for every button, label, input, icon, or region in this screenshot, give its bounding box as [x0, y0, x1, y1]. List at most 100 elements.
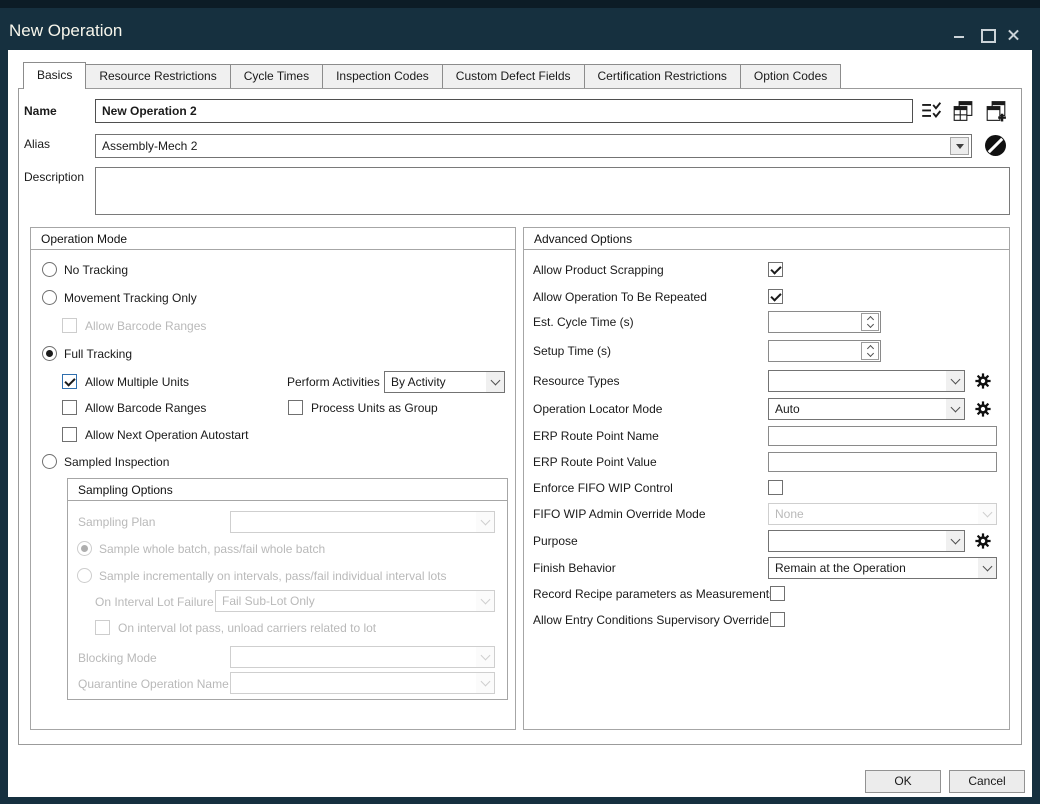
resource-types-combobox[interactable]	[768, 370, 965, 392]
radio-sample-whole-batch	[77, 541, 92, 556]
radio-full-tracking[interactable]	[42, 346, 57, 361]
chevron-down-icon	[950, 402, 960, 412]
movement-allow-barcode-label: Allow Barcode Ranges	[85, 319, 206, 333]
radio-sample-incrementally	[77, 568, 92, 583]
radio-movement-tracking[interactable]	[42, 290, 57, 305]
erp-route-point-value-label: ERP Route Point Value	[533, 455, 657, 469]
tab-inspection-codes[interactable]: Inspection Codes	[322, 64, 443, 88]
close-icon[interactable]	[1007, 28, 1020, 41]
sampled-inspection-label: Sampled Inspection	[64, 455, 169, 469]
perform-activities-combobox[interactable]: By Activity	[384, 371, 505, 393]
spinner-updown-button[interactable]	[861, 342, 879, 360]
radio-no-tracking[interactable]	[42, 262, 57, 277]
chevron-down-icon	[480, 594, 490, 604]
window-title: New Operation	[9, 21, 122, 41]
blocking-mode-dropdown-button	[476, 647, 494, 667]
checkbox-allow-barcode-ranges[interactable]	[62, 400, 77, 415]
setup-time-spinner[interactable]	[768, 340, 881, 362]
erp-route-point-value-input[interactable]	[768, 452, 997, 472]
operation-locator-gear-icon[interactable]	[975, 401, 991, 417]
quarantine-operation-name-label: Quarantine Operation Name	[78, 677, 229, 691]
name-label: Name	[24, 104, 57, 118]
sample-incrementally-label: Sample incrementally on intervals, pass/…	[99, 569, 447, 583]
checkbox-allow-next-autostart[interactable]	[62, 427, 77, 442]
alias-combobox[interactable]: Assembly-Mech 2	[95, 134, 972, 158]
no-alias-icon[interactable]	[985, 135, 1006, 156]
operation-locator-mode-combobox[interactable]: Auto	[768, 398, 965, 420]
sample-whole-batch-label: Sample whole batch, pass/fail whole batc…	[99, 542, 325, 556]
allow-next-autostart-label: Allow Next Operation Autostart	[85, 428, 248, 442]
process-units-as-group-label: Process Units as Group	[311, 401, 438, 415]
chevron-down-icon	[480, 676, 490, 686]
edit-list-icon[interactable]	[920, 100, 942, 122]
alias-label: Alias	[24, 137, 50, 151]
allow-barcode-ranges-label: Allow Barcode Ranges	[85, 401, 206, 415]
fifo-admin-override-value: None	[769, 507, 978, 521]
perform-activities-dropdown-button[interactable]	[486, 372, 504, 392]
tab-basics[interactable]: Basics	[23, 62, 86, 89]
copy-add-icon[interactable]	[985, 100, 1007, 122]
checkbox-movement-allow-barcode	[62, 318, 77, 333]
name-input[interactable]	[95, 99, 913, 123]
erp-route-point-name-label: ERP Route Point Name	[533, 429, 659, 443]
est-cycle-time-spinner[interactable]	[768, 311, 881, 333]
maximize-icon[interactable]	[980, 28, 993, 41]
movement-tracking-label: Movement Tracking Only	[64, 291, 197, 305]
enforce-fifo-label: Enforce FIFO WIP Control	[533, 481, 673, 495]
checkbox-allow-multiple-units[interactable]	[62, 374, 77, 389]
on-interval-lot-failure-value: Fail Sub-Lot Only	[216, 594, 476, 608]
tab-resource-restrictions[interactable]: Resource Restrictions	[85, 64, 230, 88]
tab-cycle-times[interactable]: Cycle Times	[230, 64, 323, 88]
chevron-down-icon	[866, 321, 873, 328]
finish-behavior-dropdown-button[interactable]	[978, 558, 996, 578]
advanced-options-title: Advanced Options	[534, 232, 632, 246]
checkbox-allow-product-scrapping[interactable]	[768, 262, 783, 277]
chevron-down-icon	[480, 515, 490, 525]
description-label: Description	[24, 170, 84, 184]
operation-mode-title: Operation Mode	[41, 232, 127, 246]
on-interval-lot-failure-combobox: Fail Sub-Lot Only	[215, 590, 495, 612]
groupbox-separator	[68, 500, 507, 501]
spinner-updown-button[interactable]	[861, 313, 879, 331]
finish-behavior-combobox[interactable]: Remain at the Operation	[768, 557, 997, 579]
chevron-down-icon	[866, 350, 873, 357]
on-interval-lot-failure-label: On Interval Lot Failure	[95, 595, 214, 609]
alias-dropdown-button[interactable]	[950, 137, 969, 155]
purpose-label: Purpose	[533, 534, 578, 548]
checkbox-allow-entry-override[interactable]	[770, 612, 785, 627]
finish-behavior-label: Finish Behavior	[533, 561, 616, 575]
tab-custom-defect-fields[interactable]: Custom Defect Fields	[442, 64, 585, 88]
chevron-down-icon	[950, 534, 960, 544]
checkbox-allow-operation-repeated[interactable]	[768, 289, 783, 304]
resource-types-dropdown-button[interactable]	[946, 371, 964, 391]
window-controls	[953, 28, 1020, 41]
sampling-options-title: Sampling Options	[78, 483, 173, 497]
on-interval-lot-failure-dropdown-button	[476, 591, 494, 611]
checkbox-process-units-as-group[interactable]	[288, 400, 303, 415]
purpose-dropdown-button[interactable]	[946, 531, 964, 551]
checkbox-record-recipe[interactable]	[770, 586, 785, 601]
tab-option-codes[interactable]: Option Codes	[740, 64, 841, 88]
titlebar-top-strip	[0, 0, 1040, 8]
erp-route-point-name-input[interactable]	[768, 426, 997, 446]
chevron-down-icon	[982, 561, 992, 571]
purpose-gear-icon[interactable]	[975, 533, 991, 549]
quarantine-operation-name-combobox	[230, 672, 495, 694]
allow-operation-repeated-label: Allow Operation To Be Repeated	[533, 290, 707, 304]
cancel-button[interactable]: Cancel	[949, 770, 1025, 793]
radio-sampled-inspection[interactable]	[42, 454, 57, 469]
quarantine-dropdown-button	[476, 673, 494, 693]
description-textarea[interactable]	[95, 167, 1010, 215]
checkbox-enforce-fifo[interactable]	[768, 480, 783, 495]
ok-button[interactable]: OK	[865, 770, 941, 793]
checkbox-on-interval-pass-unload	[95, 620, 110, 635]
purpose-combobox[interactable]	[768, 530, 965, 552]
minimize-icon[interactable]	[953, 28, 966, 41]
sampling-plan-label: Sampling Plan	[78, 515, 155, 529]
tab-certification-restrictions[interactable]: Certification Restrictions	[584, 64, 741, 88]
resource-types-gear-icon[interactable]	[975, 373, 991, 389]
copy-icon[interactable]	[952, 100, 974, 122]
sampling-plan-combobox	[230, 511, 495, 533]
fifo-admin-override-label: FIFO WIP Admin Override Mode	[533, 507, 706, 521]
operation-locator-dropdown-button[interactable]	[946, 399, 964, 419]
